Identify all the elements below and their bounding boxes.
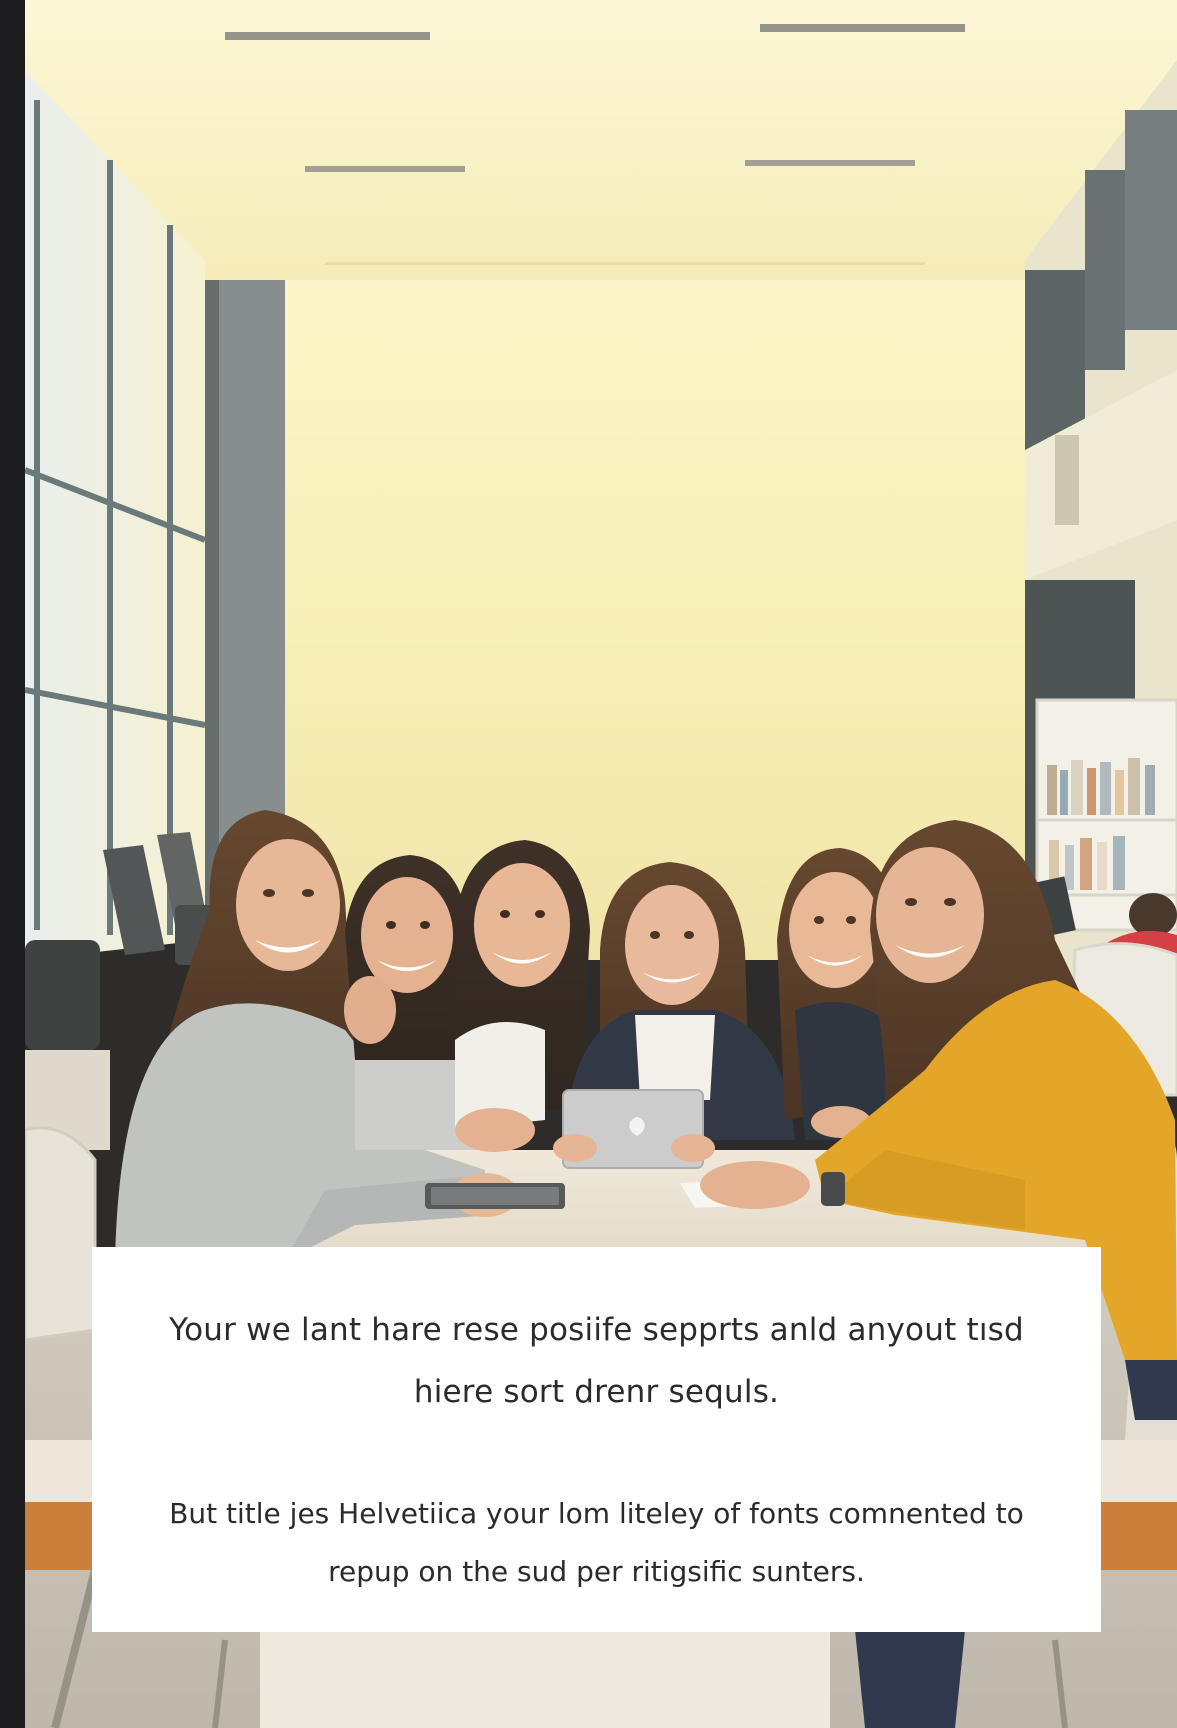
caption-paragraph-2: But title jes Helvetiica your lom litele… xyxy=(169,1497,1024,1588)
caption-card: Your we lant hare rese posiife sepprts a… xyxy=(92,1247,1101,1632)
caption-paragraph-1: Your we lant hare rese posiife sepprts a… xyxy=(169,1312,1024,1410)
page: Your we lant hare rese posiife sepprts a… xyxy=(0,0,1177,1728)
